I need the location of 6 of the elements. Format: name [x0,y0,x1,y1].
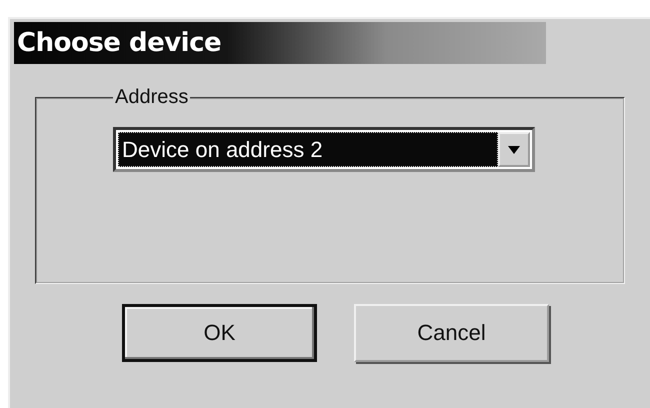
dropdown-value: Device on address 2 [118,132,498,167]
ok-button[interactable]: OK [122,304,317,362]
device-dropdown[interactable]: Device on address 2 [113,127,535,172]
window-title: Choose device [17,28,222,58]
group-label: Address [114,86,190,109]
cancel-button[interactable]: Cancel [354,304,549,362]
